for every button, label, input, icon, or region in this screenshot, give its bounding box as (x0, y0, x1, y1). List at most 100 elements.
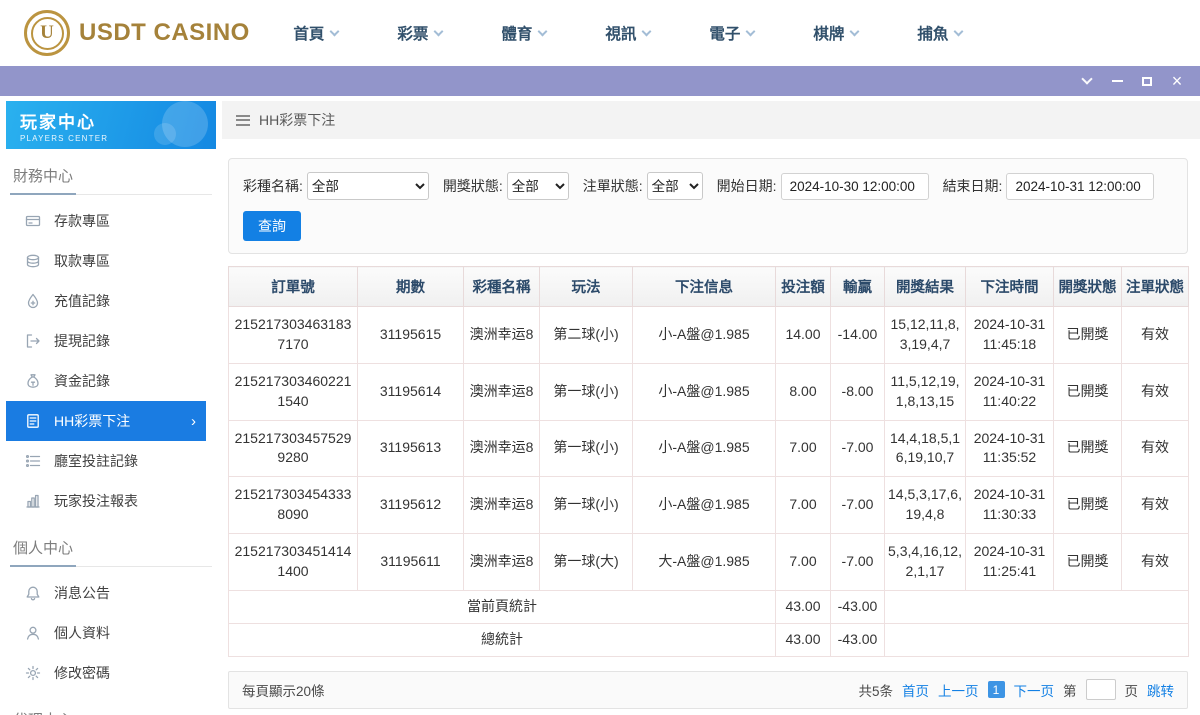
brand-name: USDT CASINO (79, 19, 250, 46)
sidebar-item-deposit[interactable]: 存款專區 (0, 201, 222, 241)
table-row: 2152173034631837170 31195615 澳洲幸运8 第二球(小… (228, 306, 1189, 364)
lottery-type-select[interactable]: 全部 (306, 172, 429, 200)
pagination-bar: 每頁顯示20條 共5条 首页 上一页 1 下一页 第 页 跳转 (228, 670, 1188, 709)
draw-status-select[interactable]: 全部 (506, 172, 569, 200)
sidebar-item-announcements[interactable]: 消息公告 (0, 573, 222, 613)
breadcrumb: HH彩票下注 (222, 101, 1200, 139)
lottery-name-cell: 澳洲幸运8 (463, 362, 540, 421)
sidebar-item-profile[interactable]: 個人資料 (0, 613, 222, 653)
nav-item-home[interactable]: 首頁 (264, 22, 368, 44)
total-summary-amount: 43.00 (775, 622, 831, 657)
table-row: 2152173034602211540 31195614 澳洲幸运8 第一球(小… (228, 362, 1189, 421)
window-collapse-button[interactable] (1072, 66, 1102, 96)
win-loss-cell: -7.00 (830, 533, 885, 591)
bet-info-cell: 小-A盤@1.985 (632, 306, 776, 364)
lottery-name-cell: 澳洲幸运8 (463, 306, 540, 364)
nav-item-electronic[interactable]: 電子 (680, 22, 784, 44)
withdraw-record-icon (25, 333, 41, 349)
draw-result-cell: 15,12,11,8,3,19,4,7 (884, 306, 966, 364)
end-date-input[interactable] (1006, 172, 1155, 200)
lottery-name-cell: 澳洲幸运8 (463, 419, 540, 478)
draw-result-cell: 14,5,3,17,6,19,4,8 (884, 476, 966, 534)
sidebar-subtitle: PLAYERS CENTER (20, 134, 109, 143)
window-titlebar: × (0, 66, 1200, 96)
chevron-down-icon (1081, 73, 1093, 85)
funds-record-icon (25, 373, 41, 389)
sidebar-item-recharge-records[interactable]: 充值記錄 (0, 281, 222, 321)
sidebar-item-change-password[interactable]: 修改密碼 (0, 653, 222, 693)
draw-status-label: 開獎狀態: (442, 178, 503, 194)
brand-logo: U USDT CASINO (24, 10, 250, 56)
table-row: 2152173034543338090 31195612 澳洲幸运8 第一球(小… (228, 476, 1189, 534)
col-header-bet-info: 下注信息 (632, 266, 776, 307)
nav-item-board-games[interactable]: 棋牌 (784, 22, 888, 44)
deposit-icon (25, 213, 41, 229)
menu-toggle-icon[interactable] (236, 114, 250, 126)
nav-item-lottery[interactable]: 彩票 (368, 22, 472, 44)
nav-item-fishing[interactable]: 捕魚 (888, 22, 992, 44)
bet-status-label: 注單狀態: (582, 178, 643, 194)
sidebar: 玩家中心 PLAYERS CENTER 財務中心 存款專區 取款專區 充值記錄 (0, 101, 222, 715)
bet-amount-cell: 8.00 (775, 362, 831, 421)
maximize-icon (1142, 76, 1152, 86)
jump-prefix-text: 第 (1063, 683, 1077, 699)
chevron-down-icon (849, 26, 860, 36)
jump-button[interactable]: 跳转 (1147, 680, 1174, 700)
jump-page-input[interactable] (1085, 679, 1116, 700)
withdraw-icon (25, 253, 41, 269)
draw-result-cell: 14,4,18,5,16,19,10,7 (884, 419, 966, 478)
chevron-down-icon (641, 26, 652, 36)
bet-time-cell: 2024-10-31 11:40:22 (965, 362, 1054, 421)
total-summary-empty (884, 622, 1189, 657)
bet-status-cell: 有效 (1121, 362, 1189, 421)
section-agent-center: 代理中心 (10, 709, 212, 715)
page-summary-win-loss: -43.00 (830, 589, 885, 624)
col-header-win-loss: 輸贏 (830, 266, 885, 307)
players-center-banner: 玩家中心 PLAYERS CENTER (6, 101, 216, 149)
table-header-row: 訂單號 期數 彩種名稱 玩法 下注信息 投注額 輸贏 開獎結果 下注時間 開獎狀… (228, 266, 1189, 307)
end-date-label: 結束日期: (942, 178, 1003, 194)
section-personal-center: 個人中心 (10, 537, 212, 567)
chevron-down-icon (745, 26, 756, 36)
current-page-badge[interactable]: 1 (987, 681, 1005, 698)
period-cell: 31195612 (357, 476, 464, 534)
total-summary-win-loss: -43.00 (830, 622, 885, 657)
bet-info-cell: 小-A盤@1.985 (632, 476, 776, 534)
per-page-text: 每頁顯示20條 (242, 683, 325, 699)
search-button[interactable]: 查詢 (243, 211, 301, 241)
sidebar-item-player-bet-report[interactable]: 玩家投注報表 (0, 481, 222, 521)
sidebar-item-hh-lottery-bets[interactable]: HH彩票下注 › (6, 401, 206, 441)
window-close-button[interactable]: × (1162, 66, 1192, 96)
prev-page-link[interactable]: 上一页 (938, 680, 979, 700)
sidebar-item-funds-records[interactable]: 資金記錄 (0, 361, 222, 401)
bet-status-select[interactable]: 全部 (646, 172, 703, 200)
bet-time-cell: 2024-10-31 11:35:52 (965, 419, 1054, 478)
nav-item-live-video[interactable]: 視訊 (576, 22, 680, 44)
col-header-lottery-name: 彩種名稱 (463, 266, 540, 307)
sidebar-item-hall-bet-records[interactable]: 廳室投註記錄 (0, 441, 222, 481)
bet-amount-cell: 7.00 (775, 476, 831, 534)
total-summary-row: 總統計 43.00 -43.00 (228, 622, 1189, 657)
next-page-link[interactable]: 下一页 (1014, 680, 1055, 700)
play-type-cell: 第一球(小) (539, 476, 633, 534)
player-report-icon (25, 493, 41, 509)
first-page-link[interactable]: 首页 (902, 680, 929, 700)
window-maximize-button[interactable] (1132, 66, 1162, 96)
nav-item-sports[interactable]: 體育 (472, 22, 576, 44)
bet-amount-cell: 7.00 (775, 533, 831, 591)
col-header-play-type: 玩法 (539, 266, 633, 307)
sidebar-item-withdraw[interactable]: 取款專區 (0, 241, 222, 281)
minimize-icon (1111, 80, 1123, 82)
chevron-right-icon: › (191, 412, 196, 430)
period-cell: 31195611 (357, 533, 464, 591)
window-minimize-button[interactable] (1102, 66, 1132, 96)
sidebar-item-withdrawal-records[interactable]: 提現記錄 (0, 321, 222, 361)
col-header-bet-amount: 投注額 (775, 266, 831, 307)
win-loss-cell: -14.00 (830, 306, 885, 364)
col-header-draw-status: 開獎狀態 (1053, 266, 1122, 307)
page-summary-empty (884, 589, 1189, 624)
col-header-order-id: 訂單號 (228, 266, 358, 307)
start-date-input[interactable] (780, 172, 929, 200)
draw-status-cell: 已開獎 (1053, 306, 1122, 364)
section-finance-center: 財務中心 (10, 165, 212, 195)
